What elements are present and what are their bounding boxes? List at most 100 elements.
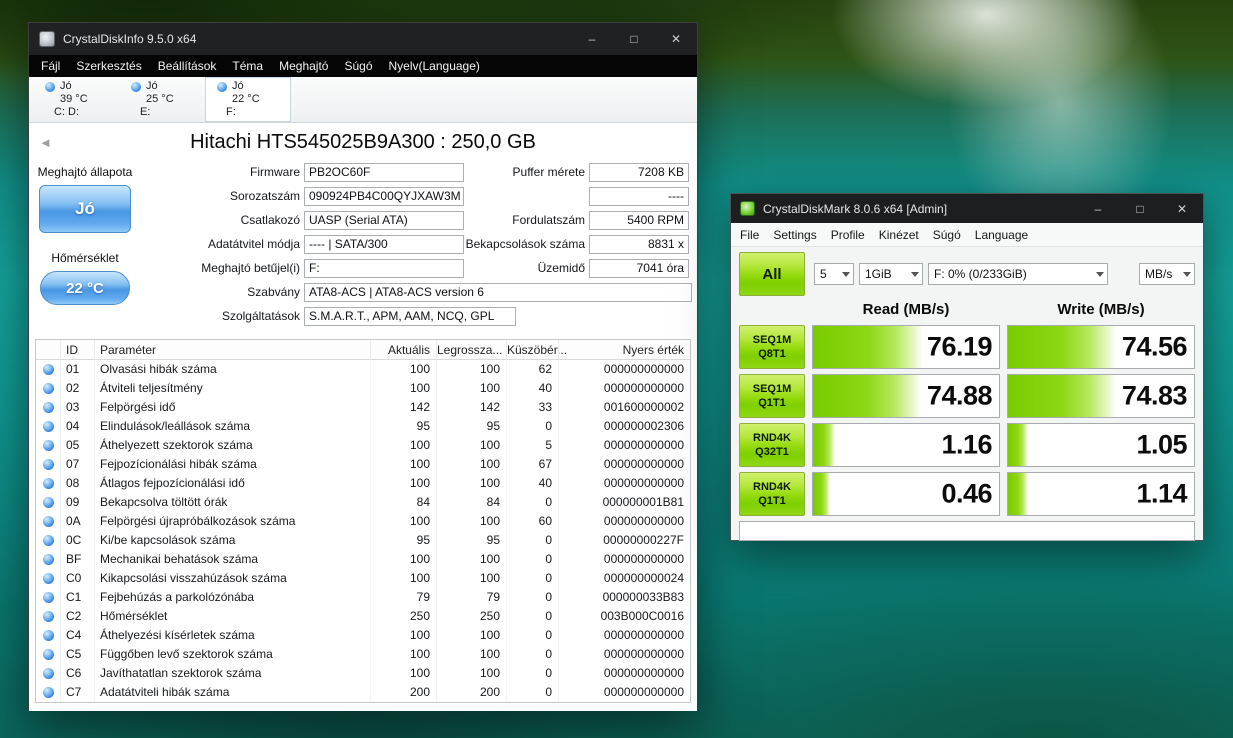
status-dot-icon bbox=[42, 402, 54, 413]
run-test-button[interactable]: SEQ1M Q1T1 bbox=[739, 374, 805, 418]
smart-cell-threshold: 0 bbox=[506, 607, 558, 626]
write-column-header: Write (MB/s) bbox=[1057, 300, 1145, 318]
run-test-button[interactable]: SEQ1M Q8T1 bbox=[739, 325, 805, 369]
smart-cell-parameter: Adatátviteli hibák száma bbox=[94, 683, 370, 702]
close-icon[interactable]: ✕ bbox=[655, 23, 697, 55]
smart-row: 07 Fejpozícionálási hibák száma 100 100 … bbox=[36, 455, 690, 474]
smart-cell-parameter: Fejbehúzás a parkolózónába bbox=[94, 588, 370, 607]
unit-select[interactable]: MB/s bbox=[1139, 263, 1195, 285]
status-dot-icon bbox=[42, 573, 54, 584]
read-result-value: 0.46 bbox=[941, 478, 992, 509]
field-value: S.M.A.R.T., APM, AAM, NCQ, GPL bbox=[304, 307, 516, 326]
smart-cell-dot bbox=[36, 531, 60, 550]
drive-tab-letters: E: bbox=[140, 106, 151, 118]
cdi-menu-item[interactable]: Beállítások bbox=[150, 59, 225, 73]
smart-cell-dot bbox=[36, 398, 60, 417]
smart-cell-raw: 000000000000 bbox=[558, 645, 690, 664]
cdi-menu-item[interactable]: Téma bbox=[224, 59, 271, 73]
benchmark-selects: 5 1GiB F: 0% (0/233GiB) MB/s bbox=[814, 252, 1195, 296]
smart-row: 02 Átviteli teljesítmény 100 100 40 0000… bbox=[36, 379, 690, 398]
target-drive-select[interactable]: F: 0% (0/233GiB) bbox=[928, 263, 1108, 285]
cdi-menu-item[interactable]: Meghajtó bbox=[271, 59, 336, 73]
smart-cell-threshold: 0 bbox=[506, 493, 558, 512]
maximize-icon[interactable]: □ bbox=[1119, 194, 1161, 223]
smart-cell-worst: 84 bbox=[436, 493, 506, 512]
smart-header-id[interactable]: ID bbox=[60, 340, 94, 360]
chevron-down-icon bbox=[911, 271, 919, 277]
status-dot-icon bbox=[42, 364, 54, 375]
smart-header-worst[interactable]: Legrossza... bbox=[436, 340, 506, 360]
temperature-button[interactable]: 22 °C bbox=[40, 271, 130, 305]
status-dot-icon bbox=[42, 649, 54, 660]
smart-cell-dot bbox=[36, 512, 60, 531]
health-status-button[interactable]: Jó bbox=[39, 185, 131, 233]
smart-row: C4 Áthelyezési kísérletek száma 100 100 … bbox=[36, 626, 690, 645]
cdm-menu-item[interactable]: Settings bbox=[766, 228, 823, 242]
smart-cell-current: 100 bbox=[370, 550, 436, 569]
smart-cell-worst: 79 bbox=[436, 588, 506, 607]
drive-tab[interactable]: Jó 39 °C C: D: bbox=[33, 77, 119, 122]
smart-cell-dot bbox=[36, 569, 60, 588]
cdi-menu-item[interactable]: Szerkesztés bbox=[68, 59, 149, 73]
run-test-button[interactable]: RND4K Q32T1 bbox=[739, 423, 805, 467]
test-count-select[interactable]: 5 bbox=[814, 263, 854, 285]
crystaldiskmark-window: CrystalDiskMark 8.0.6 x64 [Admin] – □ ✕ … bbox=[730, 193, 1204, 541]
temperature-label: Hőmérséklet bbox=[51, 251, 119, 265]
unit-value: MB/s bbox=[1145, 267, 1173, 281]
field-value: 090924PB4C00QYJXAW3M bbox=[304, 187, 464, 206]
cdm-menu-item[interactable]: Súgó bbox=[926, 228, 968, 242]
smart-header-threshold[interactable]: Küszöbér... bbox=[506, 340, 567, 360]
smart-header-parameter[interactable]: Paraméter bbox=[94, 340, 370, 360]
cdm-menu-item[interactable]: Kinézet bbox=[872, 228, 926, 242]
write-result-bar bbox=[1008, 375, 1116, 417]
smart-row: C7 Adatátviteli hibák száma 200 200 0 00… bbox=[36, 683, 690, 702]
smart-cell-threshold: 60 bbox=[506, 512, 558, 531]
status-dot-icon bbox=[42, 554, 54, 565]
drive-tab-status: Jó bbox=[146, 80, 158, 92]
run-test-button[interactable]: RND4K Q1T1 bbox=[739, 472, 805, 516]
field-label: Szabvány bbox=[247, 285, 300, 299]
smart-cell-id: 02 bbox=[60, 379, 94, 398]
smart-cell-id: C1 bbox=[60, 588, 94, 607]
smart-cell-worst: 100 bbox=[436, 455, 506, 474]
minimize-icon[interactable]: – bbox=[571, 23, 613, 55]
smart-cell-current: 100 bbox=[370, 379, 436, 398]
smart-cell-threshold: 0 bbox=[506, 417, 558, 436]
close-icon[interactable]: ✕ bbox=[1161, 194, 1203, 223]
test-size-select[interactable]: 1GiB bbox=[859, 263, 923, 285]
cdi-menu-item[interactable]: Súgó bbox=[336, 59, 380, 73]
smart-header-raw[interactable]: Nyers érték bbox=[558, 340, 690, 360]
test-name-line2: Q8T1 bbox=[758, 348, 786, 360]
cdm-app-icon bbox=[740, 201, 755, 216]
read-result-box: 74.88 bbox=[812, 374, 1000, 418]
cdi-titlebar[interactable]: CrystalDiskInfo 9.5.0 x64 – □ ✕ bbox=[29, 23, 697, 55]
maximize-icon[interactable]: □ bbox=[613, 23, 655, 55]
write-result-bar bbox=[1008, 326, 1116, 368]
run-all-button[interactable]: All bbox=[739, 252, 805, 296]
smart-cell-parameter: Függőben levő szektorok száma bbox=[94, 645, 370, 664]
cdi-menu-item[interactable]: Nyelv(Language) bbox=[381, 59, 488, 73]
status-dot-icon bbox=[42, 668, 54, 679]
cdm-menu-item[interactable]: Profile bbox=[824, 228, 872, 242]
smart-cell-raw: 000000000000 bbox=[558, 379, 690, 398]
smart-cell-threshold: 0 bbox=[506, 664, 558, 683]
status-dot-icon bbox=[42, 421, 54, 432]
drive-fields-left: Firmware PB2OC60F Sorozatszám 090924PB4C… bbox=[134, 163, 464, 278]
cdm-menu-item[interactable]: Language bbox=[968, 228, 1035, 242]
smart-header-current[interactable]: Aktuális bbox=[370, 340, 436, 360]
smart-cell-dot bbox=[36, 588, 60, 607]
cdm-menubar: File Settings Profile Kinézet Súgó Language bbox=[731, 223, 1203, 247]
drive-tab-temperature: 22 °C bbox=[232, 93, 260, 105]
smart-cell-id: BF bbox=[60, 550, 94, 569]
cdm-titlebar[interactable]: CrystalDiskMark 8.0.6 x64 [Admin] – □ ✕ bbox=[731, 194, 1203, 223]
drive-tab[interactable]: Jó 22 °C F: bbox=[205, 77, 291, 122]
smart-cell-dot bbox=[36, 626, 60, 645]
smart-cell-threshold: 67 bbox=[506, 455, 558, 474]
smart-row: C2 Hőmérséklet 250 250 0 003B000C0016 bbox=[36, 607, 690, 626]
cdm-menu-item[interactable]: File bbox=[733, 228, 766, 242]
smart-cell-id: 01 bbox=[60, 360, 94, 379]
smart-cell-worst: 100 bbox=[436, 550, 506, 569]
drive-tab[interactable]: Jó 25 °C E: bbox=[119, 77, 205, 122]
cdi-menu-item[interactable]: Fájl bbox=[33, 59, 68, 73]
minimize-icon[interactable]: – bbox=[1077, 194, 1119, 223]
